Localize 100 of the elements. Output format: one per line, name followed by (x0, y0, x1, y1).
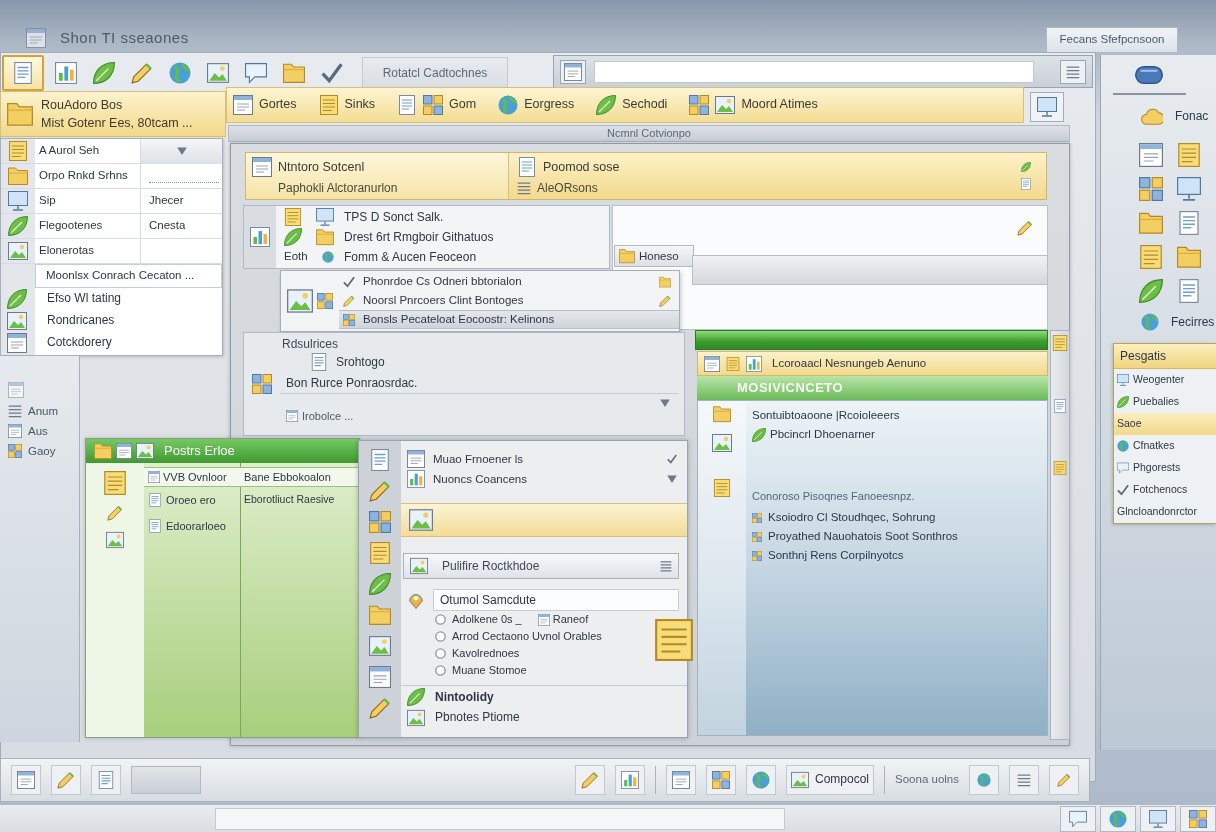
window-icon (8, 424, 22, 438)
toolbar-button[interactable] (969, 765, 999, 795)
list-item[interactable]: Saoe (1114, 413, 1216, 435)
menu-item[interactable]: Nuoncs Coancens (401, 469, 687, 489)
taskbar-button[interactable] (1100, 805, 1136, 832)
menu-item[interactable]: Pbnotes Ptiome (401, 707, 687, 729)
header-subtitle: Paphokli Alctoranurlon (277, 180, 399, 197)
input-field[interactable] (131, 766, 201, 794)
menu-button[interactable] (1060, 59, 1086, 84)
toolbar-button[interactable] (706, 765, 736, 795)
radio-button[interactable] (435, 631, 446, 642)
taskbar-button[interactable] (1140, 805, 1176, 832)
ribbon-button[interactable]: Sechodi (596, 95, 668, 115)
leaf-icon (7, 289, 27, 309)
list-item: Fomm & Aucen Feoceon (344, 249, 477, 266)
window-icon (1139, 143, 1163, 167)
view-button[interactable] (1030, 92, 1064, 122)
address-field[interactable] (594, 60, 1034, 83)
picture-icon (7, 311, 27, 331)
field-label: Orpo Rnkd Srhns (35, 164, 141, 188)
window-icon (704, 355, 720, 372)
menu-item[interactable]: Noorsl Pnrcoers Clint Bontoges (339, 291, 679, 310)
menu-item[interactable]: Phonrdoe Cs Odneri bbtorialon (339, 272, 679, 291)
option-label: Adolkene 0s _ (452, 612, 522, 628)
menu-item[interactable]: Bonsls Pecateloat Eocoostr: Kelinons (339, 310, 679, 329)
ribbon-button[interactable]: Gortes (233, 95, 297, 115)
leaf-icon (1117, 396, 1129, 408)
list-item[interactable]: Glncloandonrctor (1114, 501, 1216, 523)
toolbar-tab[interactable]: Rotatcl Cadtochnes (362, 57, 508, 89)
radio-button[interactable] (435, 665, 446, 676)
window-icon (116, 443, 132, 459)
tab[interactable]: Fecans Sfefpcnsoon (1046, 27, 1178, 52)
note-icon (284, 208, 302, 226)
radio-button[interactable] (435, 648, 446, 659)
leaf-icon (752, 427, 766, 442)
note-icon (369, 542, 391, 564)
list-icon (517, 181, 531, 195)
toolbar-button[interactable] (666, 765, 696, 795)
toolbar-button[interactable] (615, 765, 645, 795)
list-icon (660, 560, 672, 572)
taskbar-button[interactable] (1180, 805, 1216, 832)
ribbon-button[interactable]: Eorgress (498, 95, 575, 115)
panel-title: Postrs Erloe (164, 442, 235, 461)
monitor-icon (8, 191, 28, 211)
list-item[interactable]: Efso Wl tating (1, 288, 222, 310)
chart-icon (407, 470, 425, 488)
sidebar-item[interactable]: Anum (8, 404, 79, 418)
window-icon (26, 28, 46, 49)
globe-icon (498, 95, 519, 115)
document-icon (97, 771, 115, 789)
toolbar-button[interactable] (91, 765, 121, 795)
page-button[interactable] (560, 59, 586, 84)
dropdown[interactable] (141, 139, 222, 163)
list-item[interactable]: Fotchenocs (1114, 479, 1216, 501)
toolbar-button[interactable]: Compocol (786, 765, 875, 795)
toolbar-button[interactable] (1009, 765, 1039, 795)
sidebar-item[interactable]: Aus (8, 424, 79, 438)
list-item[interactable]: Phgorests (1114, 457, 1216, 479)
toolbar-button[interactable] (11, 765, 41, 795)
radio-button[interactable] (435, 614, 446, 625)
ribbon-button[interactable]: Sinks (318, 95, 376, 115)
input-field[interactable]: Pulifire Roctkhdoe (434, 556, 654, 576)
tab[interactable]: Honeso (614, 245, 694, 267)
list-item[interactable]: Cotckdorery (1, 332, 222, 354)
monitor-icon (1117, 374, 1129, 386)
grid-icon (752, 512, 762, 523)
leaf-icon (93, 62, 115, 84)
ribbon-button[interactable]: Gom (397, 95, 477, 115)
ribbon-button[interactable]: Moord Atimes (689, 95, 818, 115)
list-item[interactable]: Weogenter (1114, 369, 1216, 391)
list-item: Drest 6rt Rmgboir Githatuos (344, 229, 494, 246)
side-label: Fonac (1175, 108, 1209, 125)
text-field[interactable]: Pulifire Roctkhdoe (403, 553, 679, 579)
toolbar-button[interactable] (1049, 765, 1079, 795)
header-subtitle: AleORsons (537, 180, 598, 197)
document-icon (310, 353, 328, 371)
grid-icon (1189, 809, 1207, 828)
picture-icon (8, 241, 28, 261)
window-title: Shon TI sseaones (60, 28, 189, 48)
table-cell-text: Eborotliuct Raesive (243, 492, 336, 508)
panel-text: Mist Gotenr Ees, 80tcam ... (41, 115, 193, 132)
table-cell-text: Oroeo ero (166, 492, 216, 508)
grid-icon (1139, 177, 1163, 201)
content-item: Sonthnj Rens Corpilnyotcs (768, 547, 904, 563)
picture-icon (106, 531, 124, 549)
picture-icon (207, 62, 229, 84)
window-icon (252, 157, 272, 177)
toolbar-button[interactable] (746, 765, 776, 795)
list-item[interactable]: Puebalies (1114, 391, 1216, 413)
taskbar-button[interactable] (1060, 805, 1096, 832)
list-item[interactable]: Rondricanes (1, 310, 222, 332)
list-item[interactable]: Cfnatkes (1114, 435, 1216, 457)
sidebar-item[interactable]: Gaoy (8, 444, 79, 458)
footer-link[interactable]: Irobolce ... (280, 410, 358, 423)
option-label: Arrod Cectaono Uvnol Orables (452, 629, 602, 645)
monitor-icon (1177, 177, 1201, 201)
toolbar-button[interactable] (575, 765, 605, 795)
toolbar-button[interactable] (2, 55, 44, 91)
toolbar-button[interactable] (51, 765, 81, 795)
menu-item[interactable]: Muao Frnoener ls (401, 449, 687, 469)
